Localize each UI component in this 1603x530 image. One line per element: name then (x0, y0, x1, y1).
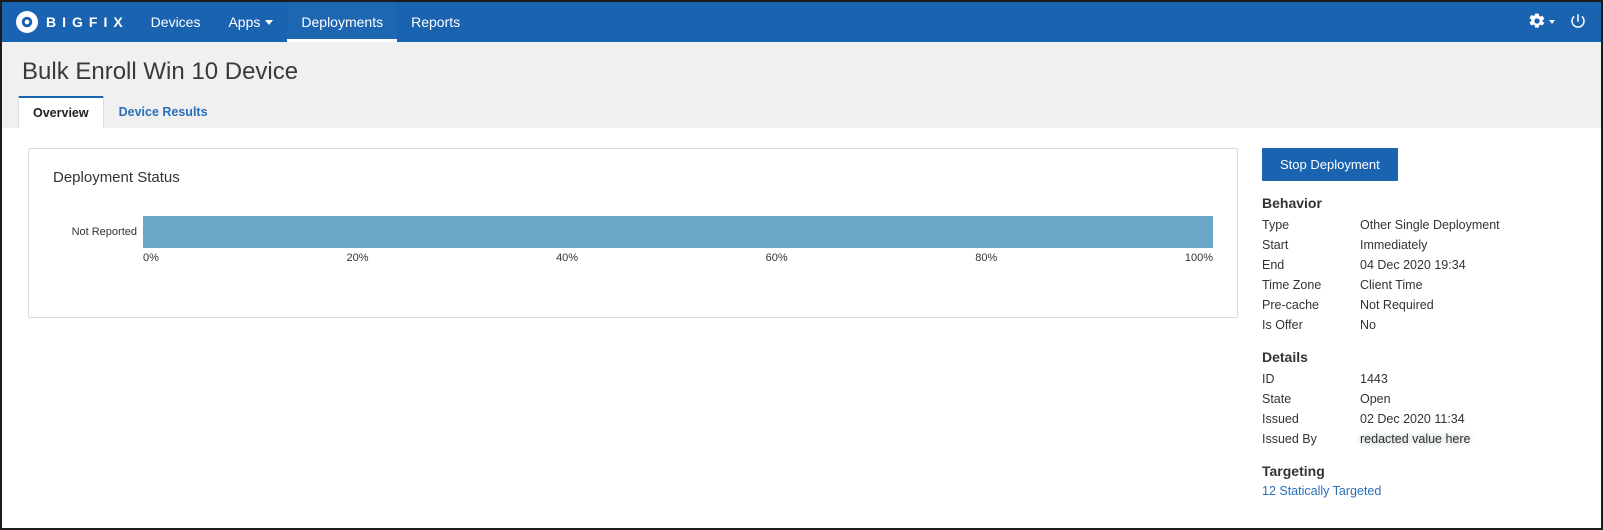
tick-0: 0% (143, 252, 159, 264)
tab-device-results-label: Device Results (119, 105, 208, 119)
page-header: Bulk Enroll Win 10 Device Overview Devic… (2, 42, 1601, 128)
chart-track (143, 216, 1213, 248)
tabs: Overview Device Results (2, 96, 1601, 128)
details-state-row: State Open (1262, 389, 1572, 409)
nav-deployments[interactable]: Deployments (287, 2, 397, 42)
behavior-type-row: Type Other Single Deployment (1262, 215, 1572, 235)
behavior-precache-value: Not Required (1360, 298, 1572, 312)
behavior-precache-label: Pre-cache (1262, 298, 1360, 312)
behavior-end-label: End (1262, 258, 1360, 272)
details-issued-label: Issued (1262, 412, 1360, 426)
card-title: Deployment Status (53, 169, 1213, 186)
nav-deployments-label: Deployments (301, 14, 383, 30)
tick-80: 80% (975, 252, 997, 264)
details-heading: Details (1262, 349, 1572, 365)
settings-menu[interactable] (1528, 12, 1555, 33)
nav-reports[interactable]: Reports (397, 2, 474, 42)
targeting-section: Targeting 12 Statically Targeted (1262, 463, 1572, 498)
behavior-type-value: Other Single Deployment (1360, 218, 1572, 232)
nav-devices[interactable]: Devices (137, 2, 215, 42)
details-issued-by-value: redacted value here (1360, 432, 1572, 446)
details-id-row: ID 1443 (1262, 369, 1572, 389)
targeting-heading: Targeting (1262, 463, 1572, 479)
behavior-offer-row: Is Offer No (1262, 315, 1572, 335)
chevron-down-icon (1549, 20, 1555, 24)
brand-logo-icon (16, 11, 38, 33)
details-issued-value: 02 Dec 2020 11:34 (1360, 412, 1572, 426)
tab-overview[interactable]: Overview (18, 96, 104, 128)
chart-plot: 0% 20% 40% 60% 80% 100% (143, 216, 1213, 264)
brand-name: BIGFIX (46, 14, 129, 30)
behavior-start-label: Start (1262, 238, 1360, 252)
behavior-start-row: Start Immediately (1262, 235, 1572, 255)
deployment-status-card: Deployment Status Not Reported 0% 20% 40… (28, 148, 1238, 318)
behavior-end-row: End 04 Dec 2020 19:34 (1262, 255, 1572, 275)
chart-axis: 0% 20% 40% 60% 80% 100% (143, 252, 1213, 264)
nav-reports-label: Reports (411, 14, 460, 30)
details-issued-row: Issued 02 Dec 2020 11:34 (1262, 409, 1572, 429)
details-state-value: Open (1360, 392, 1572, 406)
logout-button[interactable] (1569, 12, 1587, 33)
behavior-section: Behavior Type Other Single Deployment St… (1262, 195, 1572, 335)
tick-20: 20% (346, 252, 368, 264)
side-panel: Stop Deployment Behavior Type Other Sing… (1262, 148, 1572, 498)
behavior-end-value: 04 Dec 2020 19:34 (1360, 258, 1572, 272)
brand: BIGFIX (16, 11, 129, 33)
behavior-tz-value: Client Time (1360, 278, 1572, 292)
tick-60: 60% (766, 252, 788, 264)
gear-icon (1528, 12, 1546, 33)
main-nav: Devices Apps Deployments Reports (137, 2, 474, 42)
behavior-offer-value: No (1360, 318, 1572, 332)
details-state-label: State (1262, 392, 1360, 406)
nav-apps[interactable]: Apps (214, 2, 287, 42)
behavior-precache-row: Pre-cache Not Required (1262, 295, 1572, 315)
chart-category-label: Not Reported (53, 216, 137, 238)
chevron-down-icon (265, 20, 273, 25)
nav-apps-label: Apps (228, 14, 260, 30)
content: Deployment Status Not Reported 0% 20% 40… (2, 128, 1601, 518)
behavior-timezone-row: Time Zone Client Time (1262, 275, 1572, 295)
top-nav: BIGFIX Devices Apps Deployments Reports (2, 2, 1601, 42)
details-issued-by-label: Issued By (1262, 432, 1360, 446)
deployment-status-chart: Not Reported 0% 20% 40% 60% 80% 100% (53, 216, 1213, 264)
behavior-start-value: Immediately (1360, 238, 1572, 252)
tick-40: 40% (556, 252, 578, 264)
tab-device-results[interactable]: Device Results (104, 96, 223, 128)
details-section: Details ID 1443 State Open Issued 02 Dec… (1262, 349, 1572, 449)
page-title: Bulk Enroll Win 10 Device (2, 42, 1601, 96)
targeting-link[interactable]: 12 Statically Targeted (1262, 484, 1381, 498)
behavior-offer-label: Is Offer (1262, 318, 1360, 332)
details-id-value: 1443 (1360, 372, 1572, 386)
power-icon (1569, 12, 1587, 33)
details-id-label: ID (1262, 372, 1360, 386)
tick-100: 100% (1185, 252, 1213, 264)
stop-deployment-button[interactable]: Stop Deployment (1262, 148, 1398, 181)
chart-bar-not-reported[interactable] (143, 216, 1213, 248)
behavior-type-label: Type (1262, 218, 1360, 232)
details-issued-by-row: Issued By redacted value here (1262, 429, 1572, 449)
top-icons (1528, 12, 1587, 33)
nav-devices-label: Devices (151, 14, 201, 30)
behavior-tz-label: Time Zone (1262, 278, 1360, 292)
behavior-heading: Behavior (1262, 195, 1572, 211)
tab-overview-label: Overview (33, 106, 89, 120)
